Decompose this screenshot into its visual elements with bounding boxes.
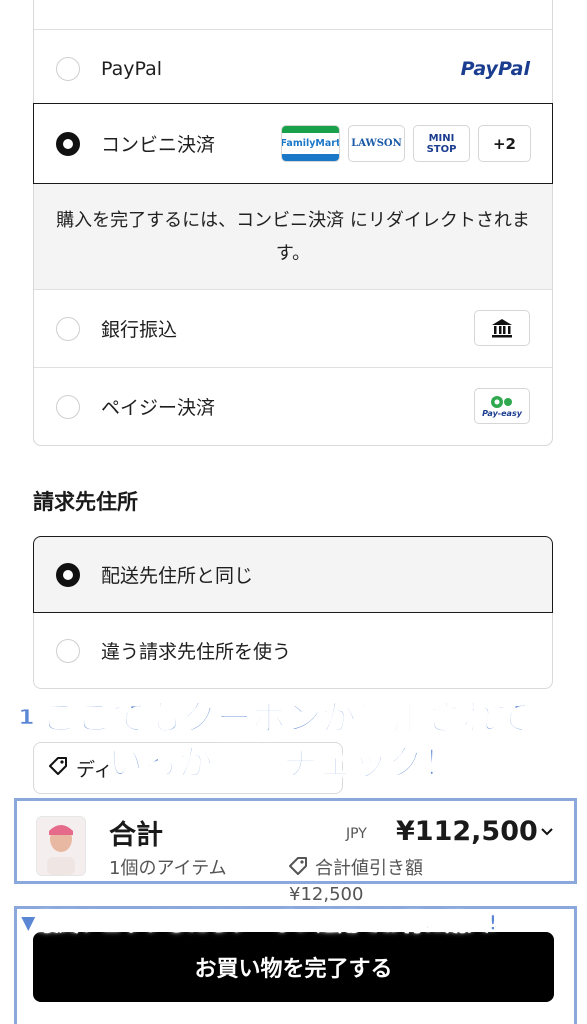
bank-label: 銀行振込 [101,319,178,341]
payment-option-payeasy[interactable]: ペイジー決済 Pay-easy [34,368,552,445]
konbini-redirect-note: 購入を完了するには、コンビニ決済 にリダイレクトされます。 [34,184,552,290]
summary-total: ¥112,500 [396,816,538,847]
summary-items: 1個のアイテム [109,858,227,879]
payment-option-konbini[interactable]: コンビニ決済 FamilyMart LAWSON MINI STOP +2 [33,103,553,184]
paypal-radio[interactable] [56,57,80,81]
currency-code: JPY [346,826,367,842]
product-thumbnail [36,816,86,876]
billing-option-different[interactable]: 違う請求先住所を使う [33,613,553,689]
payment-option-bank[interactable]: 銀行振込 [34,290,552,367]
konbini-label: コンビニ決済 [101,134,216,156]
paypal-label: PayPal [101,58,163,80]
annotation-line-1: ①ここでもクーポンが適用されて [11,698,531,740]
lawson-logo: LAWSON [348,125,405,162]
more-konbini-badge: +2 [478,125,531,162]
complete-purchase-button[interactable]: お買い物を完了する [33,932,554,1002]
discount-label: 合計値引き額 [315,858,423,879]
discount-tag-icon [288,856,308,880]
payment-option-paypal[interactable]: PayPal PayPal [34,31,552,107]
chevron-down-icon[interactable] [539,823,555,843]
payment-options-lower: 銀行振込 ペイジー決済 Pay-easy [33,290,553,446]
billing-different-label: 違う請求先住所を使う [101,641,292,663]
ministop-logo: MINI STOP [413,125,470,162]
bank-radio[interactable] [56,316,80,341]
payeasy-radio[interactable] [56,394,80,419]
annotation-bottom: ▼最終チェックしたらクーポン適用でお得に購入! [19,910,498,937]
bank-icon [474,310,530,346]
discount-value: ¥12,500 [289,884,364,905]
familymart-logo: FamilyMart [281,125,340,162]
billing-option-same[interactable]: 配送先住所と同じ [33,536,553,613]
order-summary[interactable]: 合計 1個のアイテム JPY ¥112,500 合計値引き額 [14,798,577,884]
tag-icon [48,756,68,780]
annotation-line-2: いるか最終チェック！ [107,743,459,785]
billing-address-title: 請求先住所 [33,490,138,514]
konbini-radio[interactable] [56,131,80,156]
billing-same-label: 配送先住所と同じ [101,565,254,587]
billing-same-radio[interactable] [56,562,80,587]
paypal-logo: PayPal [460,58,530,80]
billing-different-radio[interactable] [56,638,80,663]
summary-title: 合計 [109,820,163,851]
payeasy-label: ペイジー決済 [101,397,216,419]
payeasy-logo: Pay-easy [474,388,530,424]
